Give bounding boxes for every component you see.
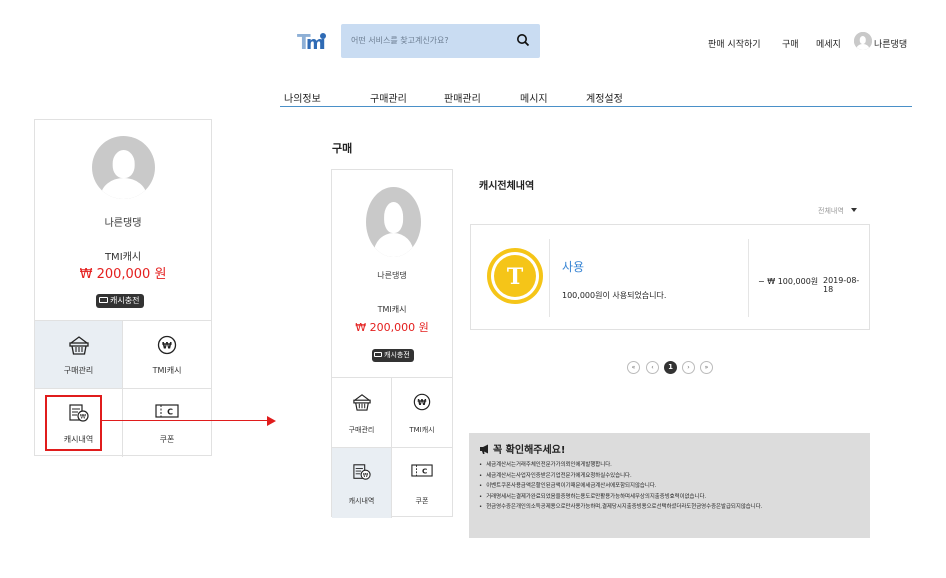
notice-title: 꼭 확인해주세요!: [479, 441, 565, 456]
page-title: 구매: [332, 142, 353, 155]
cash-amount: ₩ 200,000 원: [355, 321, 429, 334]
menu-item-cash-history[interactable]: ₩ 캐시내역: [332, 448, 392, 518]
menu-item-label: 구매관리: [63, 366, 94, 375]
section-title: 캐시전체내역: [479, 181, 535, 192]
purchase-link[interactable]: 구매: [782, 37, 799, 50]
coupon-icon: C: [155, 404, 179, 418]
svg-text:₩: ₩: [418, 397, 427, 407]
menu-item-coupon[interactable]: C 쿠폰: [123, 389, 211, 457]
cash-charge-button[interactable]: 캐시충전: [96, 294, 145, 308]
avatar: [92, 136, 155, 199]
svg-text:C: C: [167, 408, 173, 417]
menu-item-label: 구매관리: [348, 426, 375, 434]
notice-item: 세금계산서는거래주체인전문가가의뢰인에게발행합니다.: [479, 460, 762, 471]
menu-item-tmi-cash[interactable]: ₩ TMI캐시: [123, 321, 211, 389]
notice-item: 거래명세서는결제가완료되었음을증명하는용도로만활용가능하며세무상의지출증빙효력이…: [479, 492, 762, 503]
cash-amount: ₩ 200,000 원: [79, 267, 167, 282]
chevron-down-icon: [850, 208, 857, 212]
won-coin-icon: ₩: [413, 393, 431, 411]
profile-card: 나른댕댕 TMI캐시 ₩ 200,000 원 캐시충전 구매관리 ₩ TMI캐시…: [331, 169, 453, 518]
divider: [748, 239, 749, 317]
profile-name: 나른댕댕: [104, 218, 142, 229]
basket-icon: [68, 336, 89, 355]
profile-menu-grid: 구매관리 ₩ TMI캐시 ₩ 캐시내역 C 쿠폰: [332, 377, 452, 518]
notice-list: 세금계산서는거래주체인전문가가의뢰인에게발행합니다. 세금계산서는사업자인증받은…: [479, 460, 762, 513]
transaction-amount: − ₩ 100,000원: [758, 277, 819, 286]
cash-label: TMI캐시: [377, 305, 407, 314]
svg-text:₩: ₩: [362, 473, 368, 479]
transaction-type: 사용: [562, 260, 585, 274]
card-icon: [374, 352, 382, 357]
svg-text:T: T: [507, 264, 524, 290]
won-coin-icon: ₩: [157, 335, 177, 355]
page: 나른댕댕 TMI캐시 ₩ 200,000 원 캐시충전 구매관리 ₩ TMI캐시…: [0, 0, 946, 578]
start-selling-link[interactable]: 판매 시작하기: [708, 37, 761, 50]
card-icon: [99, 297, 108, 303]
divider: [549, 239, 550, 317]
tmi-logo-icon: T m: [297, 30, 326, 54]
cash-charge-button[interactable]: 캐시충전: [372, 349, 414, 362]
svg-text:₩: ₩: [162, 342, 172, 352]
menu-item-label: TMI캐시: [409, 426, 435, 434]
cash-history-item: T 사용 100,000원이 사용되었습니다. − ₩ 100,000원 201…: [470, 224, 870, 330]
search-input[interactable]: 어떤 서비스를 찾고계신가요?: [351, 35, 449, 46]
tmi-coin-icon: T: [487, 248, 543, 304]
megaphone-icon: [480, 444, 488, 454]
transaction-date: 2019-08-18: [823, 276, 860, 294]
nav-my-info[interactable]: 나의정보: [284, 90, 321, 105]
page-1-button[interactable]: 1: [664, 361, 677, 374]
menu-item-coupon[interactable]: C 쿠폰: [392, 448, 452, 518]
avatar: [366, 187, 421, 257]
nav-messages[interactable]: 메시지: [520, 90, 548, 105]
transaction-description: 100,000원이 사용되었습니다.: [562, 291, 667, 300]
nav-account-settings[interactable]: 계정설정: [586, 90, 623, 105]
menu-item-label: TMI캐시: [152, 366, 182, 375]
menu-item-purchase[interactable]: 구매관리: [332, 378, 392, 448]
menu-item-label: 쿠폰: [159, 435, 175, 444]
notice-box: 꼭 확인해주세요! 세금계산서는거래주체인전문가가의뢰인에게발행합니다. 세금계…: [469, 433, 870, 538]
svg-text:C: C: [422, 467, 427, 476]
arrow-head-icon: [267, 416, 276, 426]
basket-icon: [352, 394, 371, 411]
last-page-button[interactable]: »: [700, 361, 713, 374]
menu-item-tmi-cash[interactable]: ₩ TMI캐시: [392, 378, 452, 448]
user-name-link[interactable]: 나른댕댕: [874, 37, 907, 50]
cash-label: TMI캐시: [104, 252, 142, 263]
callout-arrow: [102, 420, 268, 421]
first-page-button[interactable]: «: [627, 361, 640, 374]
message-link[interactable]: 메세지: [816, 37, 841, 50]
notice-item: 세금계산서는사업자인증받은기업전문가에게요청하실수있습니다.: [479, 471, 762, 482]
search-bar[interactable]: 어떤 서비스를 찾고계신가요?: [341, 24, 540, 58]
prev-page-button[interactable]: ‹: [646, 361, 659, 374]
notice-item: 현금영수증은개인의소득공제용으로만사용가능하며,결제당시지출증빙용으로선택하셨더…: [479, 502, 762, 513]
menu-item-label: 캐시내역: [348, 497, 375, 505]
logo[interactable]: T m: [297, 30, 327, 57]
menu-item-label: 쿠폰: [415, 497, 429, 505]
highlight-box: [45, 395, 102, 451]
nav-sales-management[interactable]: 판매관리: [444, 90, 481, 105]
nav-purchase-management[interactable]: 구매관리: [370, 90, 407, 105]
coupon-icon: C: [411, 464, 433, 477]
notice-item: 이벤트쿠폰사용금액은할인된금액이기때문에세금계산서에포함되지않습니다.: [479, 481, 762, 492]
menu-item-purchase[interactable]: 구매관리: [35, 321, 123, 389]
history-filter-dropdown[interactable]: 전체내역: [818, 206, 857, 216]
next-page-button[interactable]: ›: [682, 361, 695, 374]
search-icon[interactable]: [516, 33, 530, 47]
user-avatar[interactable]: [854, 32, 872, 50]
cash-history-icon: ₩: [352, 464, 371, 480]
profile-name: 나른댕댕: [377, 271, 407, 280]
nav-divider: [280, 106, 912, 107]
